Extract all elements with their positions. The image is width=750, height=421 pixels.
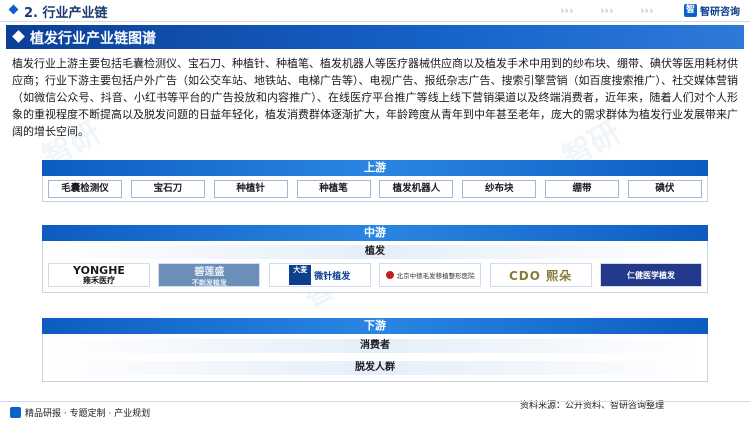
title-banner: 植发行业产业链图谱 (6, 25, 744, 49)
hospital-logo-icon (385, 271, 394, 279)
chevron-right-icon: ››› (600, 4, 614, 17)
midstream-logos: YONGHE 雍禾医疗 碧莲盛 不剃发植发 大麦 微针植发 北京中德毛发移植整形… (48, 263, 702, 287)
upstream-band: 上游 (42, 160, 708, 176)
chevron-right-icon: ››› (560, 4, 574, 17)
midstream-band: 中游 (42, 225, 708, 241)
footer-logo-icon (10, 407, 21, 418)
intro-paragraph: 植发行业上游主要包括毛囊检测仪、宝石刀、种植针、种植笔、植发机器人等医疗器械供应… (12, 57, 738, 138)
upstream-items: 毛囊检测仪 宝石刀 种植针 种植笔 植发机器人 纱布块 绷带 碘伏 (48, 180, 702, 198)
upstream-item: 毛囊检测仪 (48, 180, 122, 198)
title-diamond-icon (12, 30, 25, 43)
brand: 智 智研咨询 (684, 3, 740, 18)
upstream-item: 纱布块 (462, 180, 537, 198)
downstream-item: 脱发人群 (48, 361, 702, 375)
footer-left: 精品研报 · 专题定制 · 产业规划 (10, 406, 150, 419)
downstream-item: 消费者 (48, 339, 702, 353)
brand-name: 智研咨询 (700, 7, 740, 18)
chevron-right-icon: ››› (640, 4, 654, 17)
logo-beijing-zhongde: 北京中德毛发移植整形医院 (379, 263, 482, 287)
logo-renjian: 仁健医学植发 (599, 263, 702, 287)
top-header: 2. 行业产业链 ››› ››› ››› 智 智研咨询 (0, 0, 750, 22)
logo-yonghe: YONGHE 雍禾医疗 (48, 263, 150, 287)
upstream-item: 植发机器人 (379, 180, 454, 198)
upstream-item: 碘伏 (627, 180, 702, 198)
downstream-band: 下游 (42, 318, 708, 334)
page-title: 植发行业产业链图谱 (30, 31, 156, 47)
upstream-item: 绷带 (545, 180, 620, 198)
section-title: 2. 行业产业链 (24, 6, 108, 21)
upstream-item: 种植笔 (296, 180, 371, 198)
logo-damai: 大麦 微针植发 (268, 263, 371, 287)
brand-logo-icon: 智 (684, 4, 697, 17)
logo-bilianshegn: 碧莲盛 不剃发植发 (158, 263, 261, 287)
logo-cdo: CDO 熙朵 (489, 263, 592, 287)
section-diamond-icon (8, 4, 19, 15)
footer: 精品研报 · 专题定制 · 产业规划 (0, 401, 750, 421)
upstream-item: 宝石刀 (130, 180, 205, 198)
midstream-sub-label: 植发 (48, 245, 702, 259)
upstream-item: 种植针 (213, 180, 288, 198)
